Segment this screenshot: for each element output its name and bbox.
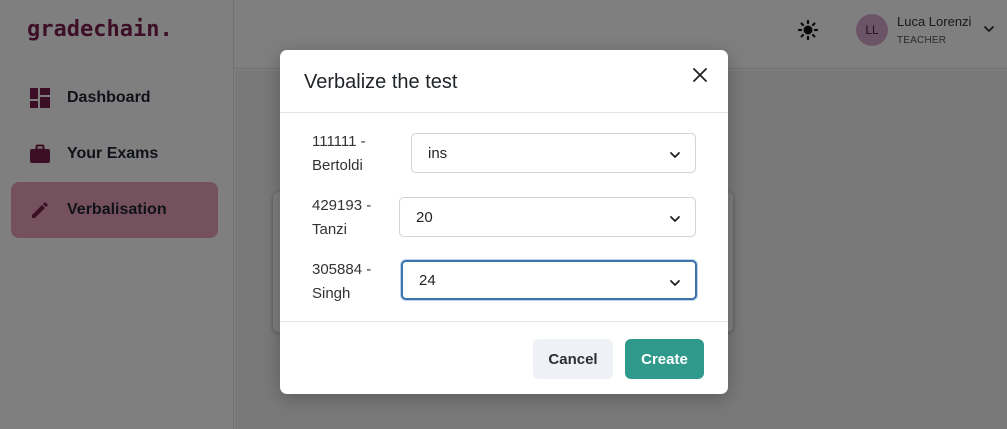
grade-select[interactable]: 20 xyxy=(399,197,696,237)
verbalize-modal: Verbalize the test 111111 - Bertoldi ins… xyxy=(280,50,728,394)
student-label: 305884 - Singh xyxy=(312,258,392,306)
student-name: Singh xyxy=(312,285,351,302)
grade-select[interactable]: ins xyxy=(411,133,696,173)
chevron-down-icon xyxy=(669,148,681,160)
grade-value: ins xyxy=(428,144,448,162)
grade-select[interactable]: 24 xyxy=(401,260,697,300)
student-id: 305884 - xyxy=(312,261,372,278)
modal-header: Verbalize the test xyxy=(280,50,728,113)
chevron-down-icon xyxy=(669,212,681,224)
student-id: 111111 - xyxy=(312,133,366,150)
close-icon[interactable] xyxy=(691,66,709,84)
student-name: Bertoldi xyxy=(312,157,363,174)
chevron-down-icon xyxy=(669,276,681,288)
cancel-button[interactable]: Cancel xyxy=(533,339,613,379)
student-id: 429193 - xyxy=(312,197,372,214)
student-name: Tanzi xyxy=(312,221,348,238)
student-label: 111111 - Bertoldi xyxy=(312,130,392,178)
student-label: 429193 - Tanzi xyxy=(312,194,392,242)
create-button[interactable]: Create xyxy=(625,339,704,379)
modal-title: Verbalize the test xyxy=(304,71,458,93)
grade-value: 20 xyxy=(416,208,433,226)
grade-value: 24 xyxy=(419,271,436,289)
modal-footer: Cancel Create xyxy=(280,321,728,394)
